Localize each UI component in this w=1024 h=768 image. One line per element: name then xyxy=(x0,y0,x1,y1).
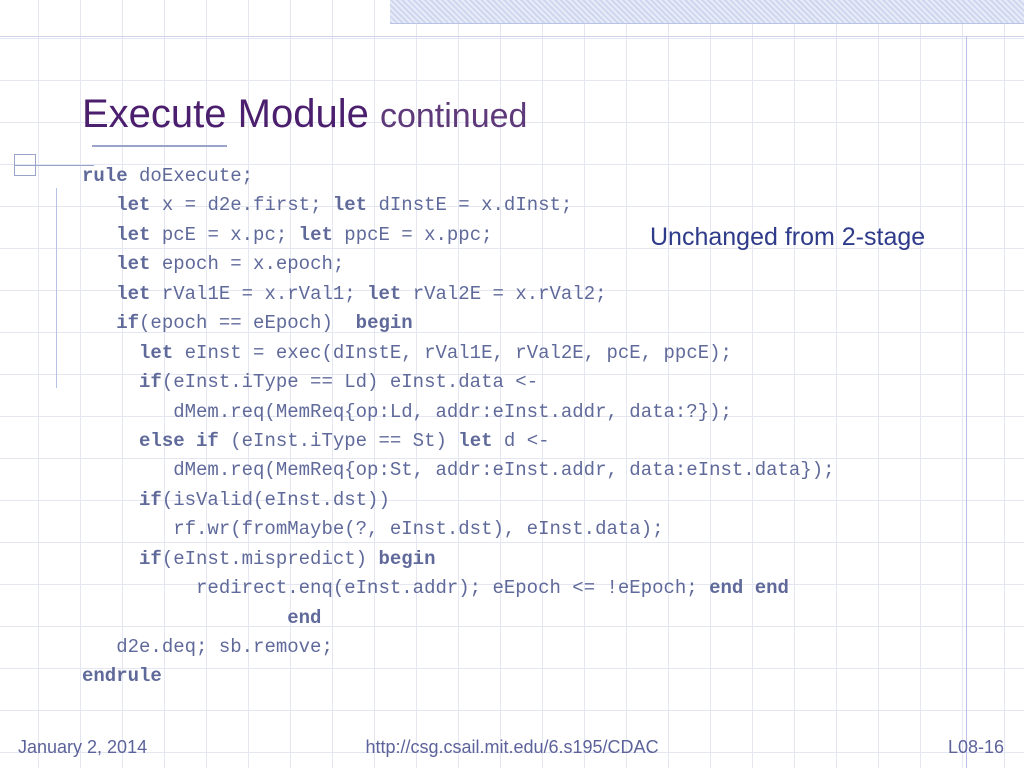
kw-end: end xyxy=(287,607,321,629)
kw-let: let xyxy=(116,194,150,216)
code-text: (isValid(eInst.dst)) xyxy=(162,489,390,511)
title-underline xyxy=(92,145,227,147)
kw-begin: begin xyxy=(356,312,413,334)
kw-rule: rule xyxy=(82,165,128,187)
code-text: eInst = exec(dInstE, rVal1E, rVal2E, pcE… xyxy=(173,342,732,364)
code-text: epoch = x.epoch; xyxy=(150,253,344,275)
kw-endrule: endrule xyxy=(82,665,162,687)
kw-if: if xyxy=(139,489,162,511)
kw-if: if xyxy=(116,312,139,334)
code-text: x = d2e.first; xyxy=(150,194,332,216)
code-text: pcE = x.pc; xyxy=(150,224,298,246)
code-text: dMem.req(MemReq{op:Ld, addr:eInst.addr, … xyxy=(173,401,732,423)
code-text: rf.wr(fromMaybe(?, eInst.dst), eInst.dat… xyxy=(173,518,663,540)
code-text: (eInst.mispredict) xyxy=(162,548,379,570)
title-subtitle: continued xyxy=(380,97,527,135)
kw-let: let xyxy=(116,283,150,305)
code-text: (eInst.iType == St) xyxy=(219,430,458,452)
kw-let: let xyxy=(299,224,333,246)
header-separator xyxy=(0,36,1024,37)
kw-let: let xyxy=(116,224,150,246)
kw-if: if xyxy=(139,371,162,393)
code-block: rule doExecute; let x = d2e.first; let d… xyxy=(82,162,974,692)
kw-if: if xyxy=(139,548,162,570)
kw-let: let xyxy=(139,342,173,364)
code-text: dMem.req(MemReq{op:St, addr:eInst.addr, … xyxy=(173,459,834,481)
code-text: dInstE = x.dInst; xyxy=(367,194,572,216)
slide-title: Execute Module continued xyxy=(82,92,527,137)
code-text: ppcE = x.ppc; xyxy=(333,224,493,246)
kw-let: let xyxy=(116,253,150,275)
code-text: redirect.enq(eInst.addr); eEpoch <= !eEp… xyxy=(196,577,709,599)
kw-let: let xyxy=(333,194,367,216)
kw-elseif: else if xyxy=(139,430,219,452)
code-text: (eInst.iType == Ld) eInst.data <- xyxy=(162,371,538,393)
code-text: d2e.deq; sb.remove; xyxy=(116,636,333,658)
kw-let: let xyxy=(367,283,401,305)
code-text: d <- xyxy=(493,430,550,452)
code-text: rVal1E = x.rVal1; xyxy=(150,283,367,305)
kw-end: end end xyxy=(709,577,789,599)
kw-let: let xyxy=(458,430,492,452)
kw-begin: begin xyxy=(378,548,435,570)
code-text: rVal2E = x.rVal2; xyxy=(401,283,606,305)
code-text: (epoch == eEpoch) xyxy=(139,312,356,334)
code-text: doExecute; xyxy=(128,165,253,187)
footer-page: L08-16 xyxy=(948,737,1004,758)
header-stripe xyxy=(390,0,1024,24)
title-main: Execute Module xyxy=(82,92,369,136)
left-vertical-line xyxy=(56,188,57,388)
footer-url: http://csg.csail.mit.edu/6.s195/CDAC xyxy=(0,737,1024,758)
